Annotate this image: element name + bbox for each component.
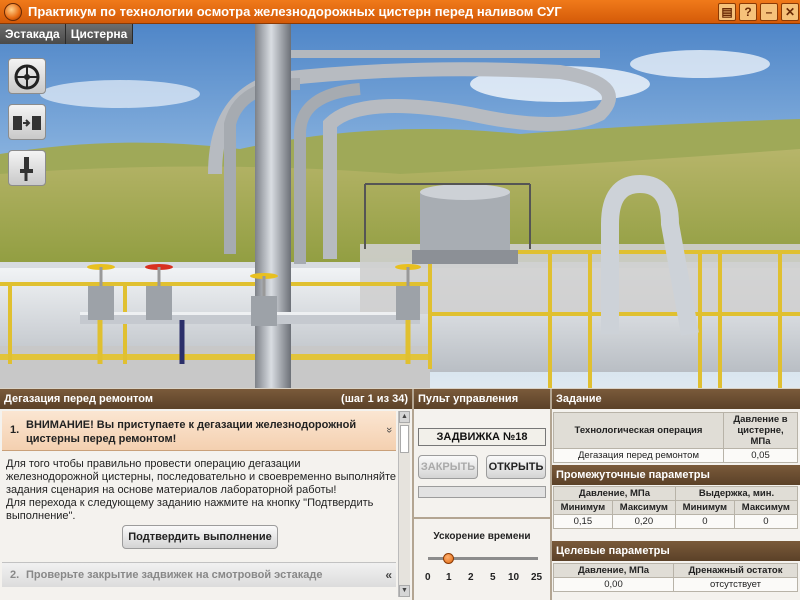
- step-item-next[interactable]: 2. Проверьте закрытие задвижек на смотро…: [2, 562, 396, 587]
- app-logo-icon: [4, 3, 22, 21]
- intermediate-table: Давление, МПа Выдержка, мин. Минимум Мак…: [553, 486, 799, 529]
- next-step-title: Проверьте закрытие задвижек на смотровой…: [26, 569, 323, 581]
- title-bar: Практикум по технологии осмотра железнод…: [0, 0, 800, 24]
- scroll-down-icon[interactable]: ▼: [399, 585, 410, 597]
- speed-tick: 0: [425, 572, 431, 583]
- control-panel-header: Пульт управления: [414, 389, 550, 409]
- task-title: Задание: [556, 393, 602, 405]
- task-pressure-cell: 0,05: [723, 448, 798, 463]
- target-table: Давление, МПа Дренажный остаток 0,00 отс…: [553, 563, 798, 592]
- task-table: Технологическая операция Давление в цист…: [553, 412, 798, 463]
- speed-slider-knob[interactable]: [443, 553, 454, 564]
- table-cell: 0,00: [553, 577, 674, 592]
- divider: [414, 517, 550, 519]
- target-title: Целевые параметры: [556, 545, 670, 557]
- control-panel-title: Пульт управления: [418, 393, 519, 405]
- divider: [412, 389, 414, 600]
- task-operation-cell: Дегазация перед ремонтом: [553, 448, 724, 463]
- coupling-icon: [13, 116, 41, 130]
- scroll-thumb[interactable]: [400, 425, 409, 453]
- scene-3d-view[interactable]: [0, 24, 800, 388]
- target-header: Целевые параметры: [552, 541, 800, 561]
- col-operation: Технологическая операция: [553, 412, 724, 449]
- wrench-icon: [20, 157, 33, 181]
- task-header: Задание: [552, 389, 800, 409]
- tab-cisterna[interactable]: Цистерна: [65, 24, 134, 44]
- valve-wheel-icon: [14, 64, 40, 90]
- col-min: Минимум: [674, 500, 735, 515]
- coupling-tool-button[interactable]: [8, 104, 46, 140]
- view-tabs: Эстакада Цистерна: [0, 24, 134, 44]
- speed-tick: 2: [468, 572, 474, 583]
- speed-tick: 1: [446, 572, 452, 583]
- valve-tool-button[interactable]: [8, 58, 46, 94]
- step-description: Для того чтобы правильно провести операц…: [6, 458, 397, 522]
- table-cell: 0: [733, 514, 799, 529]
- tab-estakada[interactable]: Эстакада: [0, 24, 66, 44]
- divider: [550, 389, 552, 600]
- col-drain-residue: Дренажный остаток: [673, 563, 798, 578]
- step-item-active[interactable]: 1. ВНИМАНИЕ! Вы приступаете к дегазации …: [2, 411, 396, 451]
- speed-tick: 25: [531, 572, 543, 583]
- table-cell: отсутствует: [673, 577, 798, 592]
- next-step-expand-icon[interactable]: «: [385, 568, 392, 582]
- speed-tick: 10: [508, 572, 520, 583]
- step-title: ВНИМАНИЕ! Вы приступаете к дегазации жел…: [26, 419, 357, 445]
- col-max: Максимум: [611, 500, 676, 515]
- help-button[interactable]: ?: [739, 3, 757, 21]
- table-cell: 0,20: [611, 514, 676, 529]
- scroll-up-icon[interactable]: ▲: [399, 411, 410, 423]
- step-counter: (шаг 1 из 34): [341, 393, 408, 405]
- scenario-title: Дегазация перед ремонтом: [4, 393, 153, 405]
- table-cell: 0,15: [553, 514, 613, 529]
- speed-label: Ускорение времени: [433, 531, 531, 542]
- step-number: 1.: [10, 424, 20, 436]
- wrench-tool-button[interactable]: [8, 150, 46, 186]
- window-title: Практикум по технологии осмотра железнод…: [28, 4, 562, 19]
- scenario-scrollbar[interactable]: ▲ ▼: [398, 411, 410, 597]
- col-pressure-group: Давление, МПа: [553, 486, 676, 501]
- close-button[interactable]: ✕: [781, 3, 799, 21]
- step-expand-icon[interactable]: »: [383, 427, 395, 433]
- notes-button[interactable]: ▤: [718, 3, 736, 21]
- valve-progress-bar: [418, 486, 546, 498]
- col-max: Максимум: [733, 500, 799, 515]
- close-valve-button[interactable]: ЗАКРЫТЬ: [418, 455, 478, 479]
- speed-tick: 5: [490, 572, 496, 583]
- table-cell: 0: [674, 514, 735, 529]
- minimize-button[interactable]: –: [760, 3, 778, 21]
- next-step-number: 2.: [10, 569, 20, 581]
- intermediate-title: Промежуточные параметры: [556, 469, 710, 481]
- col-pressure: Давление в цистерне, МПа: [723, 412, 798, 449]
- col-target-pressure: Давление, МПа: [553, 563, 674, 578]
- col-hold-group: Выдержка, мин.: [674, 486, 799, 501]
- confirm-button[interactable]: Подтвердить выполнение: [122, 525, 278, 549]
- col-min: Минимум: [553, 500, 613, 515]
- intermediate-header: Промежуточные параметры: [552, 465, 800, 485]
- open-valve-button[interactable]: ОТКРЫТЬ: [486, 455, 546, 479]
- scenario-header: Дегазация перед ремонтом (шаг 1 из 34): [0, 389, 412, 409]
- valve-display: ЗАДВИЖКА №18: [418, 428, 546, 446]
